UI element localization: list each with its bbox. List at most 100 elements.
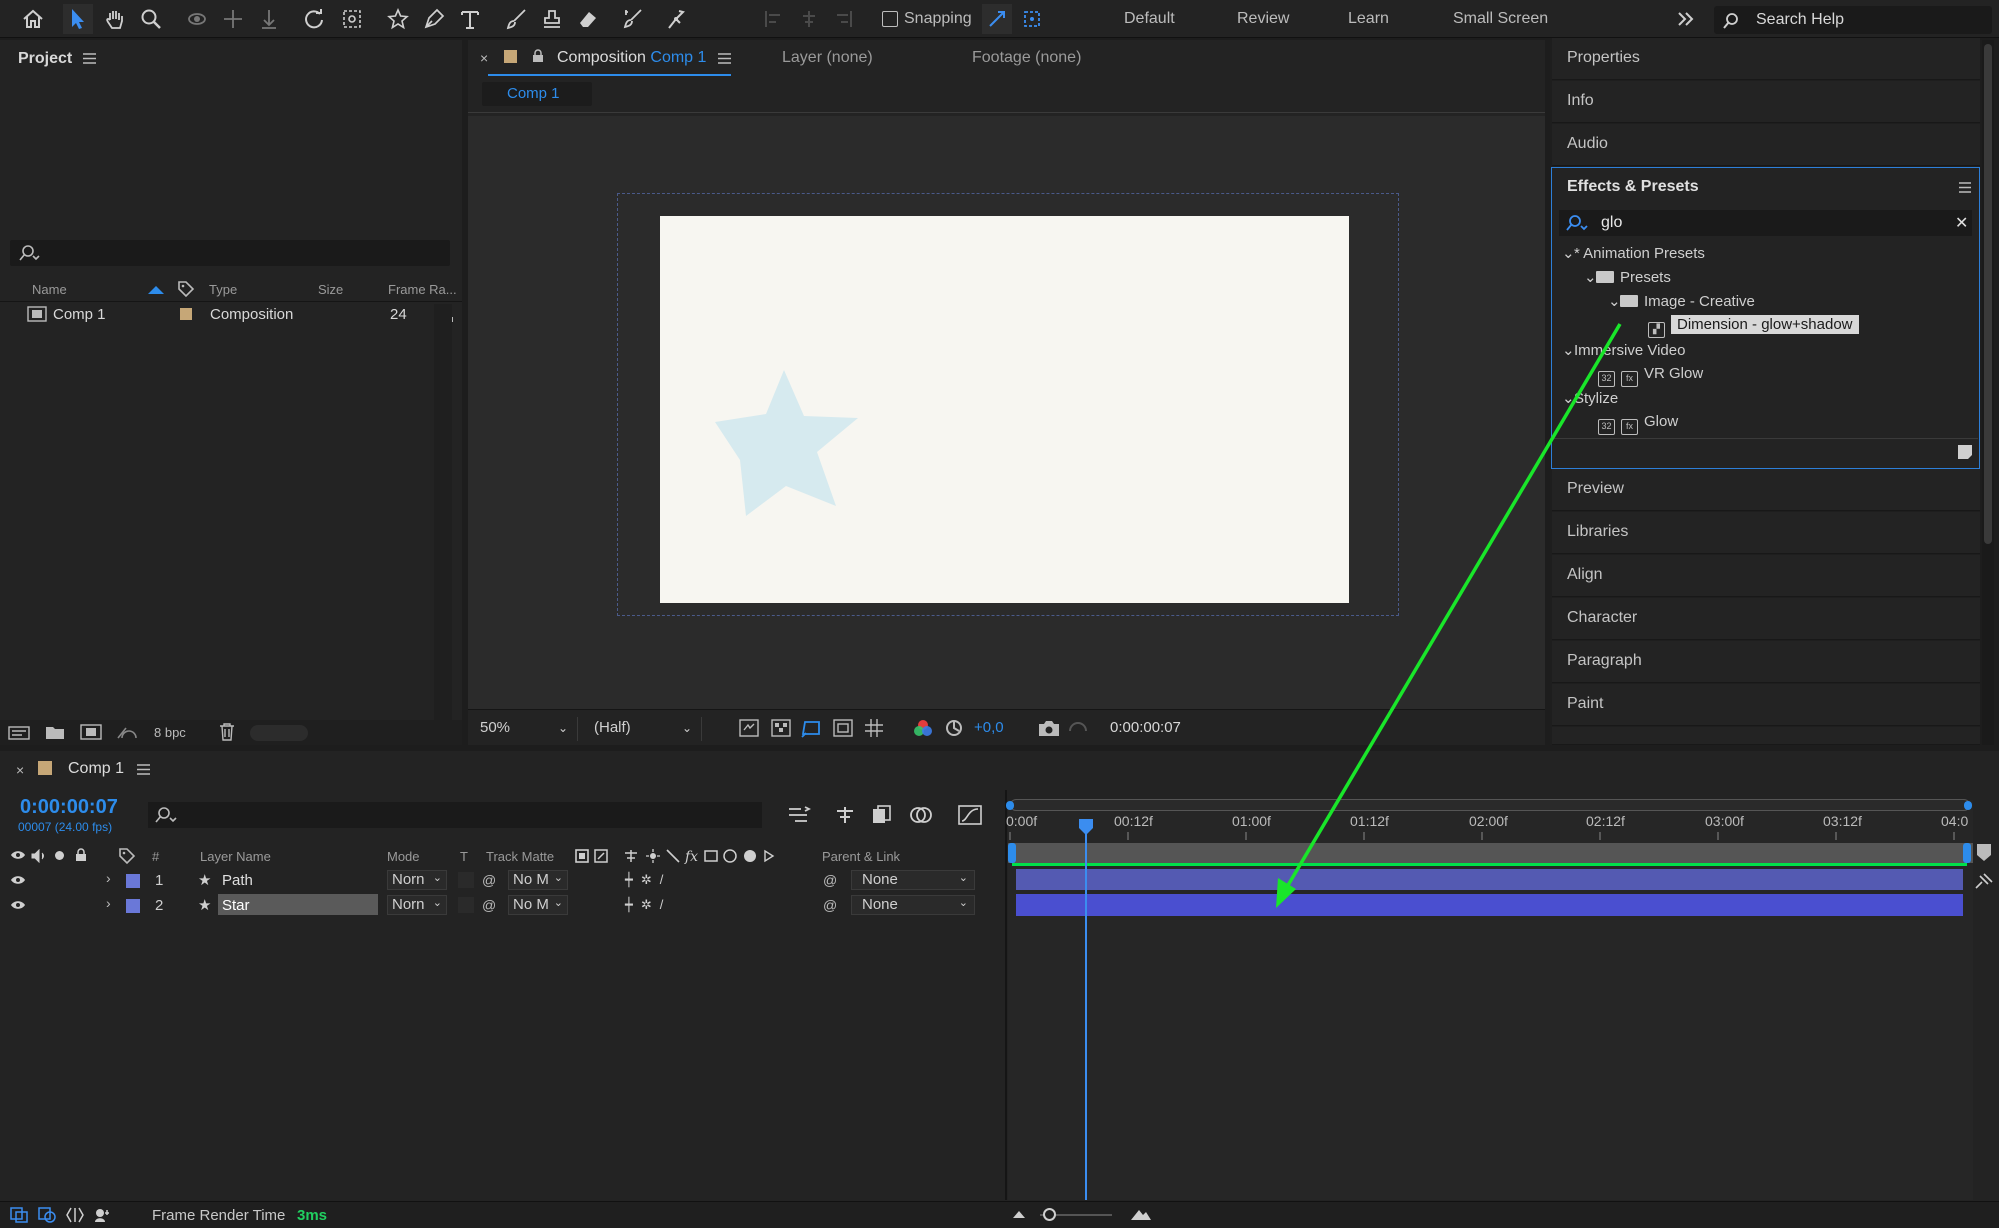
workspace-review[interactable]: Review [1237, 10, 1289, 28]
workspace-default[interactable]: Default [1124, 10, 1175, 28]
layer-bar-path[interactable] [1016, 869, 1963, 890]
snap-features-icon[interactable] [1017, 4, 1047, 34]
modes-pane-icon[interactable] [38, 1207, 56, 1223]
col-frame-rate[interactable]: Frame Ra... [388, 282, 457, 297]
align-panel-tab[interactable]: Align [1552, 555, 1980, 597]
workspace-small-screen[interactable]: Small Screen [1453, 10, 1548, 28]
col-mode[interactable]: Mode [387, 849, 420, 864]
zoom-dropdown[interactable]: 50% ⌄ [476, 717, 578, 741]
dolly-tool-icon[interactable] [254, 4, 284, 34]
eraser-tool-icon[interactable] [573, 4, 603, 34]
scrollbar-thumb[interactable] [1984, 44, 1992, 544]
parent-pick-whip-icon[interactable]: @ [823, 897, 837, 913]
pick-whip-icon[interactable]: @ [482, 872, 496, 888]
grid-guides-icon[interactable] [864, 718, 884, 738]
region-of-interest-icon[interactable] [833, 719, 853, 737]
layer-label-color[interactable] [126, 899, 140, 913]
character-panel-tab[interactable]: Character [1552, 598, 1980, 640]
chevron-right-icon[interactable]: › [106, 870, 111, 886]
work-area-start-handle[interactable] [1008, 843, 1016, 863]
label-tag-icon[interactable] [118, 847, 136, 865]
tree-folder-image-creative[interactable]: ⌄ Image - Creative [1608, 292, 1755, 316]
layer-row[interactable]: › 2 ★ Star Norn ⌄ @ No M ⌄ ┿✲/ @ None ⌄ [0, 893, 1005, 917]
tab-composition[interactable]: Composition Comp 1 [557, 49, 706, 67]
bpc-indicator[interactable]: 8 bpc [154, 725, 186, 740]
comp-subtab[interactable]: Comp 1 [482, 82, 592, 106]
snap-edges-icon[interactable] [982, 4, 1012, 34]
mask-visibility-icon[interactable] [801, 718, 823, 738]
snapshot-camera-icon[interactable] [1038, 719, 1060, 737]
preview-panel-tab[interactable]: Preview [1552, 469, 1980, 511]
blend-mode-dropdown[interactable]: Norn ⌄ [387, 870, 447, 890]
project-search-input[interactable] [10, 240, 450, 266]
reset-exposure-icon[interactable] [944, 718, 964, 738]
timeline-current-time[interactable]: 0:00:00:07 [20, 796, 118, 819]
effects-search-input[interactable]: glo ✕ [1559, 210, 1972, 236]
sort-ascending-icon[interactable] [148, 286, 164, 294]
col-size[interactable]: Size [318, 282, 343, 297]
align-right-icon[interactable] [828, 4, 858, 34]
right-panels-scrollbar[interactable] [1982, 40, 1994, 745]
puppet-tool-icon[interactable] [661, 4, 691, 34]
workspace-learn[interactable]: Learn [1348, 10, 1389, 28]
tree-category-immersive-video[interactable]: ⌄Immersive Video [1562, 341, 1685, 365]
track-matte-dropdown[interactable]: No M ⌄ [508, 895, 568, 915]
more-panels-tab[interactable] [1552, 727, 1980, 745]
tab-layer[interactable]: Layer (none) [782, 49, 873, 67]
composition-mini-flowchart-icon[interactable] [787, 805, 811, 825]
tree-effect-vr-glow[interactable]: 32 fx VR Glow [1598, 365, 1703, 389]
col-type[interactable]: Type [209, 282, 237, 297]
render-time-pane-icon[interactable] [94, 1207, 112, 1223]
timeline-tab-comp[interactable]: Comp 1 [68, 760, 124, 778]
double-chevron-right-icon[interactable] [1671, 4, 1701, 34]
close-icon[interactable]: × [16, 762, 24, 778]
work-area-end-handle[interactable] [1963, 843, 1971, 863]
panel-menu-icon[interactable] [83, 53, 96, 64]
layer-label-color[interactable] [126, 874, 140, 888]
selection-tool-icon[interactable] [63, 4, 93, 34]
col-layer-name[interactable]: Layer Name [200, 849, 271, 864]
eye-icon[interactable] [10, 874, 26, 886]
resolution-dropdown[interactable]: (Half) ⌄ [590, 717, 702, 741]
navigator-start-handle[interactable] [1006, 801, 1014, 810]
panel-menu-icon[interactable] [137, 764, 150, 775]
lock-icon[interactable] [75, 848, 87, 862]
color-channels-icon[interactable] [913, 719, 933, 737]
thumbnail-slider[interactable] [250, 725, 308, 741]
transparency-grid-icon[interactable] [771, 719, 791, 737]
preserve-transparency-toggle[interactable] [458, 897, 474, 913]
new-composition-icon[interactable] [80, 724, 102, 740]
lock-icon[interactable] [532, 49, 544, 63]
comp-marker-bin-icon[interactable] [1976, 843, 1992, 863]
layer-bar-star[interactable] [1016, 894, 1963, 916]
fast-previews-icon[interactable] [739, 719, 759, 737]
in-out-pane-icon[interactable] [66, 1207, 84, 1223]
layer-row[interactable]: › 1 ★ Path Norn ⌄ @ No M ⌄ ┿✲/ @ None ⌄ [0, 868, 1005, 892]
work-area-bar[interactable] [1008, 843, 1973, 863]
brush-tool-icon[interactable] [501, 4, 531, 34]
viewer-timecode[interactable]: 0:00:00:07 [1110, 719, 1181, 736]
composition-canvas[interactable] [660, 216, 1349, 603]
layer-name[interactable]: Path [222, 872, 253, 889]
zoom-in-mountain-icon[interactable] [1130, 1207, 1152, 1221]
project-item-row[interactable]: Comp 1 Composition 24 [0, 303, 453, 325]
project-scrollbar[interactable] [434, 304, 452, 724]
project-settings-icon[interactable] [116, 724, 140, 740]
show-snapshot-icon[interactable] [1068, 719, 1088, 737]
libraries-panel-tab[interactable]: Libraries [1552, 512, 1980, 554]
interpret-footage-icon[interactable] [8, 724, 30, 740]
blend-mode-dropdown[interactable]: Norn ⌄ [387, 895, 447, 915]
snapping-checkbox[interactable] [882, 11, 898, 27]
layer-switches[interactable]: ┿✲/ [625, 872, 671, 888]
pen-tool-icon[interactable] [419, 4, 449, 34]
hide-shy-layers-icon[interactable] [871, 805, 893, 825]
audio-speaker-icon[interactable] [31, 849, 47, 863]
graph-editor-icon[interactable] [958, 805, 982, 825]
eye-icon[interactable] [10, 899, 26, 911]
zoom-slider-thumb[interactable] [1043, 1208, 1056, 1221]
orbit-tool-icon[interactable] [182, 4, 212, 34]
zoom-tool-icon[interactable] [136, 4, 166, 34]
tree-category-stylize[interactable]: ⌄Stylize [1562, 389, 1618, 413]
panel-menu-icon[interactable] [718, 53, 731, 64]
clear-search-icon[interactable]: ✕ [1955, 213, 1968, 233]
